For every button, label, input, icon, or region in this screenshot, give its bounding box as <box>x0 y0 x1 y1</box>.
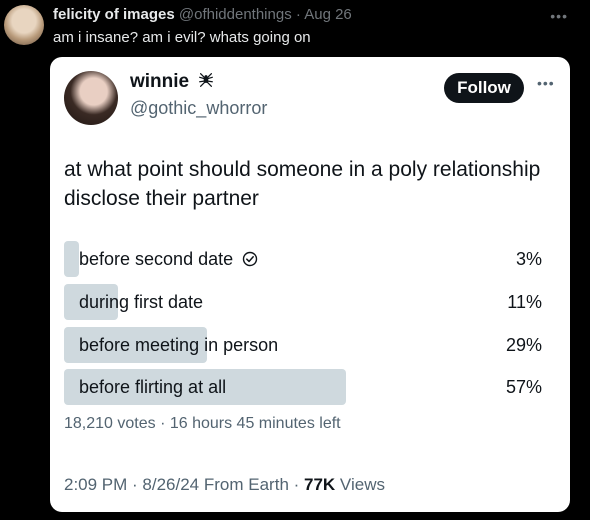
quoted-display-name-row: winnie <box>130 71 215 93</box>
poll-votes: 18,210 votes <box>64 415 156 432</box>
poll-option: before meeting in person 29% <box>64 327 548 363</box>
outer-tweet-text: am i insane? am i evil? whats going on <box>53 29 311 46</box>
tweet-source: From Earth <box>199 475 289 494</box>
poll-option-label: during first date <box>79 292 204 312</box>
tweet-meta-separator: · <box>288 475 305 494</box>
poll-option-label: before meeting in person <box>79 335 279 355</box>
poll-question: at what point should someone in a poly r… <box>64 158 541 210</box>
poll-option-percent: 3% <box>515 249 542 269</box>
views-count[interactable]: 77K <box>304 475 335 494</box>
quoted-tweet-card: winnie @gothic_whorror Follow ••• at wha… <box>50 57 570 512</box>
poll-meta-separator: · <box>155 415 170 432</box>
quoted-handle[interactable]: @gothic_whorror <box>130 98 267 119</box>
check-circle-icon <box>242 251 258 267</box>
more-horizontal-icon[interactable]: ••• <box>550 8 568 24</box>
tweet-date[interactable]: 8/26/24 <box>142 475 199 494</box>
poll-option: during first date 11% <box>64 284 548 320</box>
outer-tweet-header: felicity of images @ofhiddenthings · Aug… <box>53 6 352 24</box>
quoted-avatar[interactable] <box>64 71 118 125</box>
tweet-meta-separator: · <box>127 475 143 494</box>
poll-option: before flirting at all 57% <box>64 369 548 405</box>
tweet-time[interactable]: 2:09 PM <box>64 475 127 494</box>
outer-separator: · <box>291 6 305 23</box>
outer-date[interactable]: Aug 26 <box>304 6 352 23</box>
poll-option-percent: 57% <box>505 377 542 397</box>
outer-handle[interactable]: @ofhiddenthings <box>179 6 292 23</box>
poll-option-percent: 11% <box>507 292 542 312</box>
poll-option-label: before flirting at all <box>79 377 227 397</box>
quoted-display-name[interactable]: winnie <box>130 71 189 92</box>
poll-meta: 18,210 votes · 16 hours 45 minutes left <box>64 415 341 433</box>
poll-bar <box>64 241 79 277</box>
spider-icon <box>199 73 214 87</box>
outer-avatar[interactable] <box>4 5 44 45</box>
tweet-meta: 2:09 PM · 8/26/24 From Earth · 77K Views <box>64 475 385 495</box>
follow-button[interactable]: Follow <box>444 73 524 103</box>
poll-option: before second date 3% <box>64 241 548 277</box>
more-horizontal-icon[interactable]: ••• <box>537 75 555 91</box>
poll-option-label: before second date <box>79 241 258 277</box>
views-label: Views <box>335 475 385 494</box>
outer-display-name[interactable]: felicity of images <box>53 6 175 23</box>
poll-option-percent: 29% <box>505 335 542 355</box>
poll-option-text: before second date <box>79 249 234 269</box>
poll-time-left: 16 hours 45 minutes left <box>169 415 341 432</box>
